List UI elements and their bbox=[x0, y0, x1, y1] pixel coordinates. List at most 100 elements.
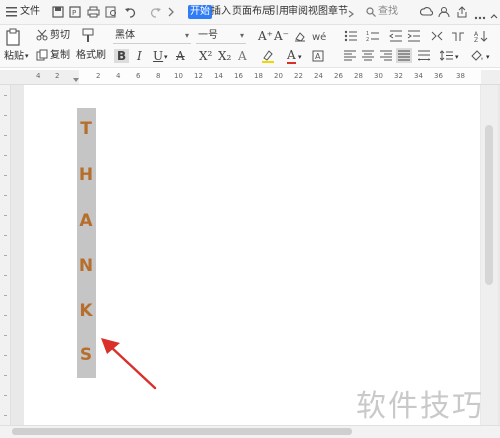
numbered-list-icon[interactable]: 12 bbox=[366, 30, 380, 43]
underline-button[interactable]: U bbox=[153, 49, 163, 63]
ruler-number: 26 bbox=[334, 72, 343, 80]
ruler-number: 22 bbox=[294, 72, 303, 80]
ruler-number: 4 bbox=[116, 72, 121, 80]
ruler-number: 24 bbox=[314, 72, 323, 80]
italic-button[interactable]: I bbox=[137, 49, 142, 63]
cloud-sync-icon[interactable] bbox=[419, 6, 434, 18]
align-right-icon[interactable] bbox=[380, 50, 393, 61]
tab-view[interactable]: 视图 bbox=[308, 5, 328, 19]
export-pdf-icon[interactable]: P bbox=[69, 6, 81, 18]
vertical-text-char-n[interactable]: N bbox=[76, 256, 96, 276]
file-menu[interactable]: 文件 bbox=[20, 5, 40, 19]
redo-icon[interactable] bbox=[148, 6, 162, 18]
copy-button[interactable]: 复制 bbox=[50, 49, 70, 62]
align-left-icon[interactable] bbox=[344, 50, 357, 61]
line-spacing-dropdown-arrow[interactable]: ▾ bbox=[455, 51, 459, 64]
line-spacing-icon[interactable] bbox=[439, 50, 454, 61]
collapse-ribbon-icon[interactable] bbox=[490, 9, 498, 19]
tab-references[interactable]: 引用 bbox=[269, 5, 289, 19]
search-icon[interactable] bbox=[366, 7, 376, 17]
align-center-icon[interactable] bbox=[362, 50, 375, 61]
phonetic-guide-icon[interactable]: wén bbox=[312, 30, 333, 43]
print-icon[interactable] bbox=[87, 6, 100, 18]
hamburger-menu-icon[interactable] bbox=[6, 7, 17, 17]
underline-dropdown-arrow[interactable]: ▾ bbox=[164, 51, 168, 64]
copy-icon[interactable] bbox=[36, 49, 48, 61]
character-border-icon[interactable]: A bbox=[312, 50, 324, 62]
bold-button[interactable]: B bbox=[114, 49, 130, 63]
ruler-number: 20 bbox=[274, 72, 283, 80]
format-painter-button[interactable]: 格式刷 bbox=[76, 49, 106, 62]
vertical-text-char-s[interactable]: S bbox=[76, 345, 96, 365]
cut-icon[interactable] bbox=[36, 29, 48, 41]
highlight-color-icon[interactable] bbox=[261, 49, 275, 63]
search-label[interactable]: 查找 bbox=[378, 5, 398, 19]
tab-page-layout[interactable]: 页面布局 bbox=[232, 5, 272, 19]
ruler-number: 28 bbox=[354, 72, 363, 80]
text-effect-icon[interactable]: A bbox=[238, 49, 247, 63]
svg-text:wén: wén bbox=[312, 31, 326, 42]
svg-text:P: P bbox=[72, 9, 76, 17]
format-painter-brush-icon[interactable] bbox=[81, 28, 95, 44]
paste-dropdown-arrow[interactable]: ▾ bbox=[25, 50, 29, 63]
share-icon[interactable] bbox=[456, 6, 468, 18]
ruler-number: 18 bbox=[254, 72, 263, 80]
tab-scroll-right-icon[interactable] bbox=[348, 8, 354, 18]
svg-text:A: A bbox=[315, 52, 321, 61]
font-name-select[interactable]: 黑体 ▾ bbox=[113, 29, 191, 44]
save-icon[interactable] bbox=[52, 6, 64, 18]
horizontal-scrollbar[interactable] bbox=[0, 425, 500, 438]
ruler-number: 34 bbox=[414, 72, 423, 80]
more-icon[interactable] bbox=[168, 7, 176, 17]
shading-dropdown-arrow[interactable]: ▾ bbox=[486, 51, 490, 64]
font-size-value: 一号 bbox=[198, 30, 218, 41]
decrease-indent-icon[interactable] bbox=[389, 30, 403, 42]
chinese-layout-icon[interactable] bbox=[430, 30, 444, 42]
clear-format-icon[interactable] bbox=[294, 30, 306, 42]
vertical-text-char-t[interactable]: T bbox=[76, 119, 96, 139]
horizontal-scroll-thumb[interactable] bbox=[12, 428, 352, 435]
shading-icon[interactable] bbox=[470, 49, 484, 62]
paste-icon[interactable] bbox=[5, 28, 21, 46]
ruler-number: 30 bbox=[374, 72, 383, 80]
ruler-number: 38 bbox=[456, 72, 465, 80]
bullet-list-icon[interactable] bbox=[344, 30, 358, 42]
distributed-align-icon[interactable] bbox=[417, 50, 431, 61]
text-highlight bbox=[77, 108, 96, 378]
vertical-ruler[interactable] bbox=[0, 85, 11, 425]
paste-button[interactable]: 粘贴 bbox=[4, 50, 24, 63]
vertical-text-char-h[interactable]: H bbox=[76, 165, 96, 185]
ruler-number: 16 bbox=[234, 72, 243, 80]
ruler-number: 4 bbox=[36, 72, 41, 80]
font-color-button[interactable]: A bbox=[287, 48, 296, 64]
grow-font-icon[interactable]: A⁺ bbox=[258, 29, 273, 43]
tab-chapter[interactable]: 章节 bbox=[328, 5, 348, 19]
strikethrough-button[interactable]: A bbox=[176, 49, 185, 63]
ruler-number: 12 bbox=[194, 72, 203, 80]
scroll-thumb[interactable] bbox=[485, 125, 493, 285]
ruler-number: 14 bbox=[214, 72, 223, 80]
collaborate-icon[interactable] bbox=[438, 6, 450, 18]
superscript-button[interactable]: X² bbox=[199, 49, 212, 63]
tab-home[interactable]: 开始 bbox=[188, 5, 212, 19]
print-preview-icon[interactable] bbox=[105, 6, 118, 18]
more-options-icon[interactable] bbox=[474, 10, 486, 20]
ribbon-toolbar: 粘贴 ▾ 剪切 复制 格式刷 黑体 ▾ 一号 ▾ A⁺ A⁻ wén B I U… bbox=[0, 25, 500, 68]
ruler-number: 2 bbox=[55, 72, 60, 80]
undo-icon[interactable] bbox=[124, 6, 138, 18]
font-color-dropdown-arrow[interactable]: ▾ bbox=[298, 51, 302, 64]
shrink-font-icon[interactable]: A⁻ bbox=[274, 29, 289, 43]
menu-bar: 文件 P 开始 插入 页面布局 引用 审阅 视图 章节 查找 bbox=[0, 0, 500, 25]
tab-insert[interactable]: 插入 bbox=[211, 5, 231, 19]
show-hide-marks-icon[interactable] bbox=[451, 30, 465, 42]
increase-indent-icon[interactable] bbox=[407, 30, 421, 42]
cut-button[interactable]: 剪切 bbox=[50, 29, 70, 42]
tab-review[interactable]: 审阅 bbox=[288, 5, 308, 19]
subscript-button[interactable]: X₂ bbox=[218, 49, 231, 63]
vertical-scrollbar[interactable] bbox=[481, 85, 498, 425]
sort-icon[interactable]: AZ bbox=[474, 30, 488, 44]
font-size-select[interactable]: 一号 ▾ bbox=[196, 29, 246, 44]
vertical-text-char-k[interactable]: K bbox=[76, 301, 96, 321]
vertical-text-char-a[interactable]: A bbox=[76, 211, 96, 231]
justify-icon[interactable] bbox=[396, 48, 412, 63]
